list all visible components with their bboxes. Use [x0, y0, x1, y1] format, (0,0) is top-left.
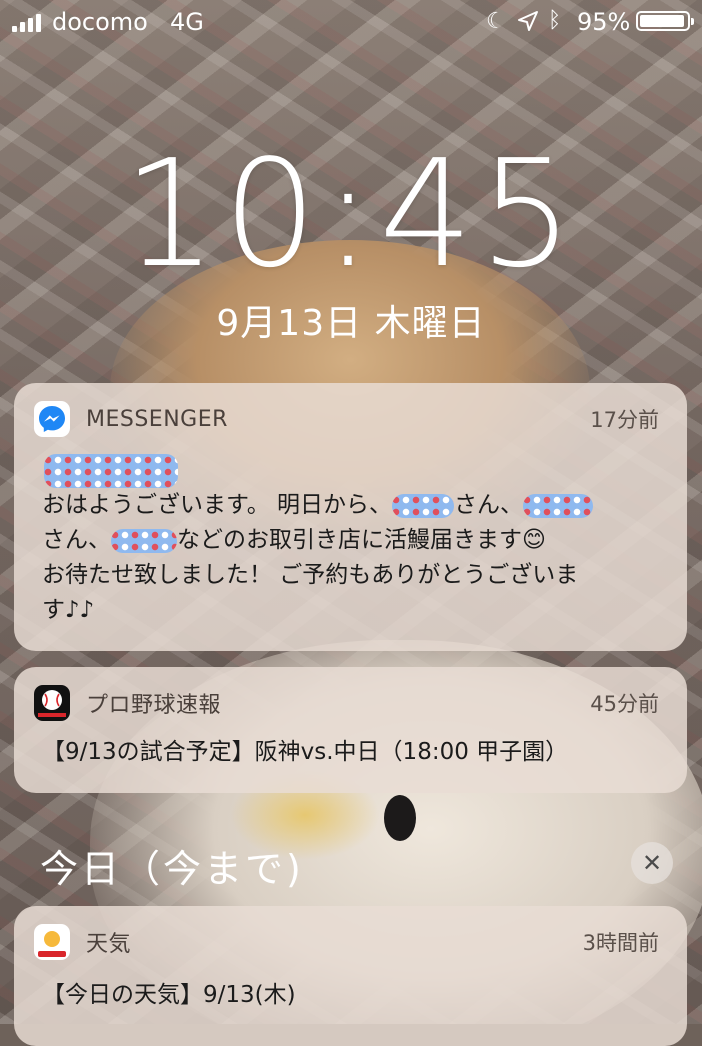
redacted-text — [523, 493, 594, 518]
notification-time: 3時間前 — [582, 931, 659, 955]
message-line: おはようございます。 明日から、 さん、 — [42, 488, 665, 523]
smile-emoji-icon: 😊 — [522, 527, 546, 553]
carrier-name: docomo — [52, 8, 148, 36]
message-line: さん、 などのお取引き店に活鰻届きます😊 — [42, 527, 546, 553]
battery-percent: 95% — [577, 8, 631, 36]
notification-messenger[interactable]: MESSENGER 17分前 おはようございます。 明日から、 さん、 さん、 など… — [14, 383, 687, 651]
notification-baseball[interactable]: プロ野球速報 45分前 【9/13の試合予定】阪神vs.中日（18:00 甲子園… — [14, 667, 687, 793]
clear-notifications-button[interactable]: ✕ — [631, 842, 673, 884]
redacted-sender — [44, 453, 178, 488]
redacted-text — [392, 493, 455, 518]
redacted-text — [111, 528, 177, 553]
battery-icon — [636, 11, 694, 31]
notification-time: 17分前 — [590, 408, 659, 432]
messenger-icon — [34, 401, 70, 437]
notification-header: 天気 3時間前 — [34, 920, 659, 964]
moon-icon: ☾ — [486, 9, 506, 34]
notification-app-name: プロ野球速報 — [86, 693, 222, 718]
lock-screen-date: 9月13日 木曜日 — [216, 303, 486, 344]
section-title-today: 今日（今まで) — [40, 847, 304, 891]
message-line: お待たせ致しました！ ご予約もありがとうございま — [42, 562, 579, 588]
message-line: す♪♪ — [42, 597, 95, 623]
notification-app-name: 天気 — [86, 932, 132, 957]
message-line: 【今日の天気】9/13(木) — [42, 982, 296, 1008]
battery-fill — [640, 15, 684, 27]
sender-line — [42, 453, 665, 488]
notification-app-name: MESSENGER — [86, 406, 228, 432]
notification-message: おはようございます。 明日から、 さん、 さん、 などのお取引き店に活鰻届きます😊 … — [42, 453, 665, 628]
notification-weather[interactable]: 天気 3時間前 【今日の天気】9/13(木) — [14, 906, 687, 1046]
network-type: 4G — [170, 8, 204, 36]
location-arrow-icon — [518, 11, 538, 31]
signal-bars-icon — [12, 12, 41, 32]
notification-time: 45分前 — [590, 692, 659, 716]
yahoo-weather-icon — [34, 924, 70, 960]
notification-header: プロ野球速報 45分前 — [34, 681, 659, 725]
bluetooth-icon: ᛒ — [548, 8, 562, 33]
notification-message: 【今日の天気】9/13(木) — [42, 978, 665, 1013]
status-bar: docomo 4G ☾ ᛒ 95% — [0, 0, 702, 44]
notification-message: 【9/13の試合予定】阪神vs.中日（18:00 甲子園） — [42, 739, 569, 765]
notification-header: MESSENGER 17分前 — [34, 397, 659, 441]
wallpaper-plush-eye — [384, 795, 416, 841]
lock-screen-time: 10:45 — [122, 128, 580, 300]
sports-baseball-icon — [34, 685, 70, 721]
